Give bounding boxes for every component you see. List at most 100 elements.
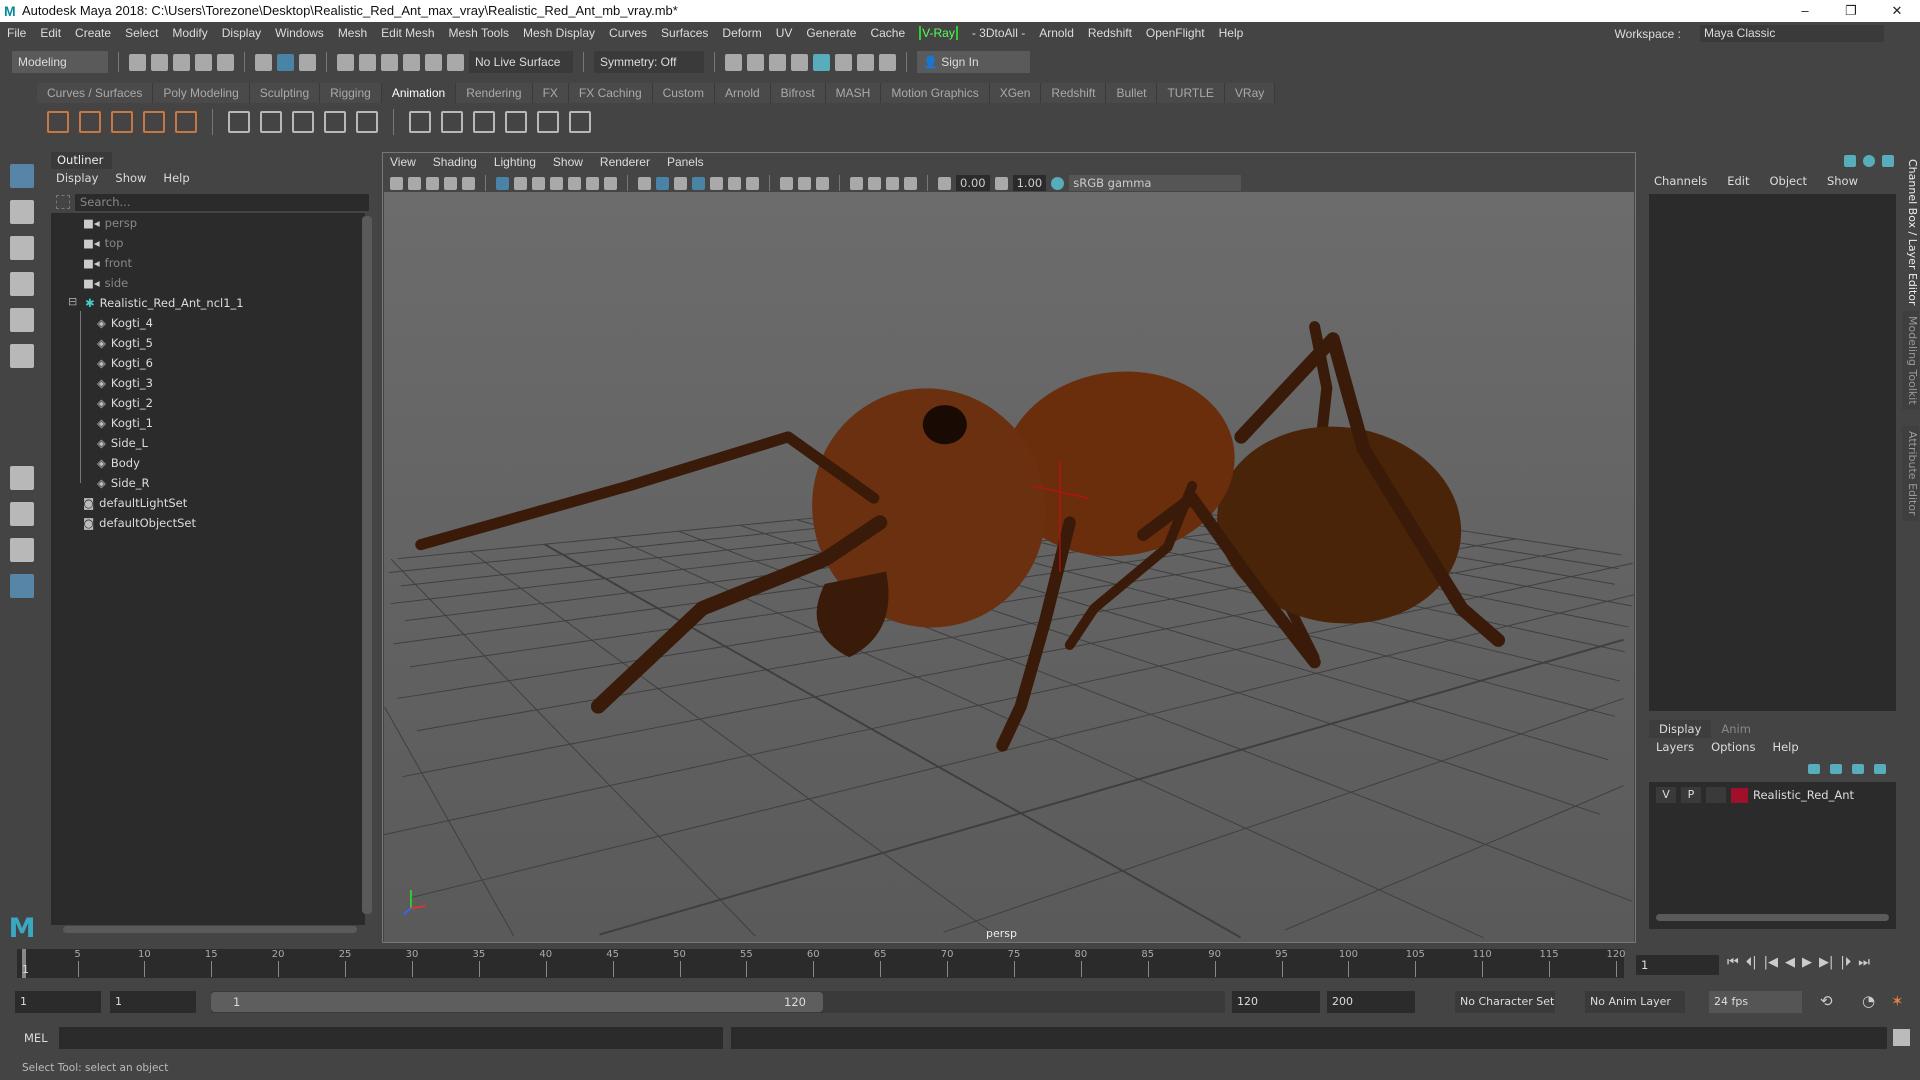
viewport-menu-view[interactable]: View <box>390 155 416 169</box>
mel-label[interactable]: MEL <box>24 1031 48 1045</box>
sign-in-button[interactable]: 👤 Sign In <box>917 51 1030 73</box>
exposure-icon[interactable] <box>938 176 951 190</box>
ambient-occlusion-icon[interactable] <box>746 176 759 190</box>
rotate-tool-icon[interactable] <box>10 308 34 332</box>
snap-live-icon[interactable] <box>447 53 464 71</box>
range-slider-handle[interactable] <box>211 992 823 1012</box>
snap-view-icon[interactable] <box>425 53 442 71</box>
shelf-tab-mash[interactable]: MASH <box>825 83 882 103</box>
select-component-icon[interactable] <box>299 53 316 71</box>
new-scene-icon[interactable] <box>129 53 146 71</box>
menu-arnold[interactable]: Arnold <box>1039 26 1074 40</box>
hypershade-icon[interactable] <box>813 53 830 71</box>
gate-mask-icon[interactable] <box>550 176 563 190</box>
menu-cache[interactable]: Cache <box>870 26 905 40</box>
outliner-item[interactable]: ◈ Kogti_1 <box>97 413 153 433</box>
outliner-item[interactable]: ◈ Kogti_6 <box>97 353 153 373</box>
shadows-icon[interactable] <box>728 176 741 190</box>
select-hierarchy-icon[interactable] <box>255 53 272 71</box>
image-plane-icon[interactable] <box>444 176 457 190</box>
shelf-tab-bifrost[interactable]: Bifrost <box>770 83 826 103</box>
outliner-item[interactable]: ◈ Kogti_5 <box>97 333 153 353</box>
shelf-tab-fx-caching[interactable]: FX Caching <box>568 83 653 103</box>
play-backwards-button[interactable]: ◀ <box>1785 955 1795 970</box>
play-forwards-button[interactable]: ▶ <box>1802 955 1812 970</box>
outliner-item[interactable]: ◈ Body <box>97 453 140 473</box>
go-to-end-button[interactable]: ⏭ <box>1858 955 1870 970</box>
xray-icon[interactable] <box>868 176 881 190</box>
outliner-item[interactable]: ■◂ persp <box>83 213 137 233</box>
outliner-item[interactable]: ■◂ top <box>83 233 124 253</box>
move-layer-down-icon[interactable] <box>1830 764 1842 774</box>
constraint-scale-icon[interactable] <box>505 111 527 133</box>
motion-blur-icon[interactable] <box>780 176 793 190</box>
redo-icon[interactable] <box>217 53 234 71</box>
channel-box-menu-show[interactable]: Show <box>1827 174 1858 188</box>
shelf-tab-rendering[interactable]: Rendering <box>456 83 533 103</box>
outliner-item[interactable]: ✱ Realistic_Red_Ant_ncl1_1 <box>85 293 244 313</box>
grease-pencil-icon[interactable] <box>462 176 475 190</box>
shelf-tab-custom[interactable]: Custom <box>652 83 715 103</box>
layer-menu-help[interactable]: Help <box>1772 740 1798 754</box>
layer-hscrollbar[interactable] <box>1656 914 1889 921</box>
save-scene-icon[interactable] <box>173 53 190 71</box>
shelf-tab-bullet[interactable]: Bullet <box>1106 83 1158 103</box>
joint-icon[interactable] <box>228 111 250 133</box>
layer-menu-options[interactable]: Options <box>1711 740 1755 754</box>
scale-tool-icon[interactable] <box>10 344 34 368</box>
menu-3dtoall[interactable]: - 3DtoAll - <box>972 26 1025 40</box>
render-setup-icon[interactable] <box>835 53 852 71</box>
color-management-toggle-icon[interactable] <box>1051 176 1065 190</box>
anim-layer-select[interactable]: No Anim Layer <box>1585 991 1685 1013</box>
shelf-tab-motion-graphics[interactable]: Motion Graphics <box>881 83 990 103</box>
shelf-tab-arnold[interactable]: Arnold <box>714 83 771 103</box>
new-layer-selected-icon[interactable] <box>1874 764 1886 774</box>
side-tab-attribute-editor[interactable]: Attribute Editor <box>1902 426 1919 521</box>
menu-help[interactable]: Help <box>1219 26 1244 40</box>
smooth-shade-icon[interactable] <box>656 176 669 190</box>
menu-mesh-tools[interactable]: Mesh Tools <box>449 26 509 40</box>
menu-file[interactable]: File <box>7 26 26 40</box>
anim-prefs-icon[interactable]: ✶ <box>1891 992 1904 1010</box>
menu-surfaces[interactable]: Surfaces <box>661 26 708 40</box>
character-set-select[interactable]: No Character Set <box>1455 991 1555 1013</box>
menu-uv[interactable]: UV <box>776 26 793 40</box>
backface-icon[interactable] <box>904 176 917 190</box>
outliner-menu-show[interactable]: Show <box>115 171 146 185</box>
color-space-select[interactable]: sRGB gamma <box>1069 175 1242 191</box>
gamma-field[interactable]: 1.00 <box>1012 175 1047 191</box>
outliner-scrollbar[interactable] <box>362 216 372 914</box>
menu-redshift[interactable]: Redshift <box>1088 26 1132 40</box>
menu-windows[interactable]: Windows <box>275 26 324 40</box>
shelf-tab-turtle[interactable]: TURTLE <box>1157 83 1225 103</box>
outliner-item[interactable]: ◈ Side_L <box>97 433 148 453</box>
new-layer-icon[interactable] <box>1852 764 1864 774</box>
weight-icon[interactable] <box>356 111 378 133</box>
step-forward-key-button[interactable]: |⏵ <box>1840 955 1851 970</box>
shelf-tab-poly-modeling[interactable]: Poly Modeling <box>153 83 250 103</box>
key-icon[interactable] <box>47 111 69 133</box>
menu-deform[interactable]: Deform <box>722 26 761 40</box>
pause-icon[interactable] <box>879 53 896 71</box>
minimize-button[interactable]: – <box>1782 0 1828 22</box>
playback-end-field[interactable]: 120 <box>1232 991 1320 1013</box>
viewport-canvas[interactable]: persp <box>384 192 1634 942</box>
snap-curve-icon[interactable] <box>359 53 376 71</box>
constraint-orient-icon[interactable] <box>441 111 463 133</box>
two-view-layout-icon[interactable] <box>10 538 34 562</box>
layer-row[interactable]: V P Realistic_Red_Ant <box>1656 787 1854 803</box>
menu-curves[interactable]: Curves <box>609 26 647 40</box>
lasso-tool-icon[interactable] <box>10 200 34 224</box>
channel-box-menu-channels[interactable]: Channels <box>1654 174 1707 188</box>
close-button[interactable]: ✕ <box>1874 0 1920 22</box>
shelf-tab-vray[interactable]: VRay <box>1224 83 1276 103</box>
safe-action-icon[interactable] <box>586 176 599 190</box>
scene-view[interactable] <box>384 192 1634 942</box>
menu-mesh-display[interactable]: Mesh Display <box>523 26 595 40</box>
wireframe-icon[interactable] <box>638 176 651 190</box>
select-tool-icon[interactable] <box>10 164 34 188</box>
camera-lock-icon[interactable] <box>408 176 421 190</box>
render-frame-icon[interactable] <box>747 53 764 71</box>
outliner-search-input[interactable]: Search... <box>75 194 369 211</box>
constraint-aim-icon[interactable] <box>473 111 495 133</box>
